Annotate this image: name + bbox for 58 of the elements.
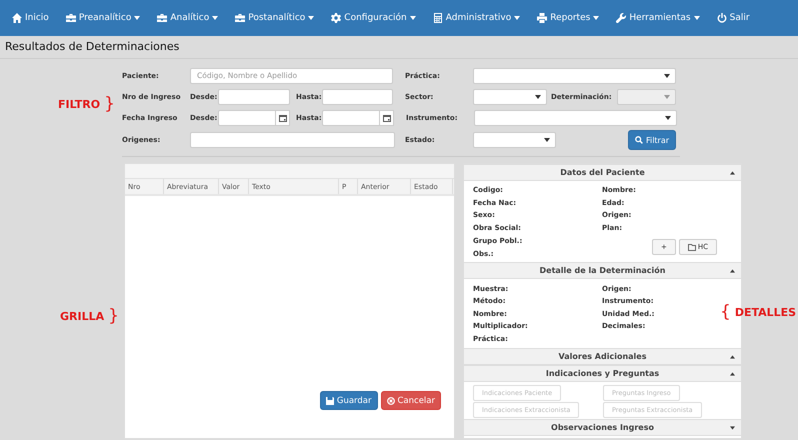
annotation-label: DETALLES — [734, 306, 796, 318]
folder-icon — [688, 244, 696, 251]
menu-item[interactable]: Postanalítico — [235, 13, 314, 23]
annotation-label: FILTRO — [58, 98, 100, 110]
calendar-button[interactable] — [380, 110, 394, 126]
calendar-icon — [382, 114, 390, 122]
annotation-label: GRILLA — [60, 310, 104, 322]
filter-button[interactable]: Filtrar — [628, 130, 676, 150]
section-header[interactable]: Observaciones Ingreso — [464, 418, 741, 436]
section-title: Indicaciones y Preguntas — [546, 368, 660, 378]
menu-item[interactable]: Inicio — [12, 13, 49, 23]
brace-mark: } — [104, 94, 115, 114]
calendar-icon — [278, 114, 286, 122]
section-header[interactable]: Datos del Paciente — [464, 164, 741, 181]
section-title: Detalle de la Determinación — [540, 266, 666, 276]
caret-icon — [535, 94, 541, 98]
menu-item[interactable]: Administrativo — [432, 13, 520, 23]
section-header[interactable]: Valores Adicionales — [464, 348, 741, 365]
input-field[interactable] — [190, 132, 395, 148]
menu-item[interactable]: Herramientas — [616, 13, 700, 23]
home-icon — [12, 13, 22, 23]
select-field[interactable] — [474, 110, 677, 126]
section-title: Observaciones Ingreso — [551, 422, 654, 432]
cancel-button[interactable]: Cancelar — [380, 391, 441, 410]
section-title: Valores Adicionales — [558, 352, 646, 361]
brace-mark: } — [108, 306, 119, 326]
input-field[interactable] — [218, 110, 276, 126]
brace-mark: { — [720, 302, 731, 322]
menu-item[interactable]: Configuración — [331, 13, 416, 23]
menu-item[interactable]: Reportes — [537, 13, 600, 23]
wrench-icon — [616, 13, 626, 23]
calculator-icon — [432, 13, 443, 23]
briefcase-icon — [66, 13, 76, 23]
input-field[interactable] — [322, 88, 393, 104]
caret-icon — [544, 138, 550, 142]
briefcase-icon — [157, 13, 168, 23]
calendar-button[interactable] — [276, 110, 290, 126]
section-title: Datos del Paciente — [560, 168, 645, 177]
section-header[interactable]: Detalle de la Determinación — [464, 262, 741, 280]
caret-icon — [664, 94, 670, 98]
menu-item[interactable]: Analítico — [157, 13, 218, 23]
select-field[interactable] — [473, 88, 547, 104]
input-field[interactable] — [322, 110, 380, 126]
gear-icon — [331, 13, 342, 23]
briefcase-icon — [235, 13, 246, 23]
power-icon — [716, 13, 727, 23]
select-field[interactable] — [473, 132, 556, 148]
select-field[interactable] — [473, 68, 676, 84]
save-button[interactable]: Guardar — [320, 391, 378, 410]
menu-item[interactable]: Preanalítico — [66, 13, 140, 23]
caret-icon — [665, 116, 671, 120]
section-header[interactable]: Indicaciones y Preguntas — [464, 364, 741, 382]
circle-x-icon — [386, 396, 394, 404]
menu-item[interactable]: Salir — [716, 13, 750, 23]
search-icon — [634, 136, 643, 144]
printer-icon — [537, 13, 548, 23]
caret-icon — [664, 74, 670, 78]
input-field[interactable] — [218, 88, 290, 104]
